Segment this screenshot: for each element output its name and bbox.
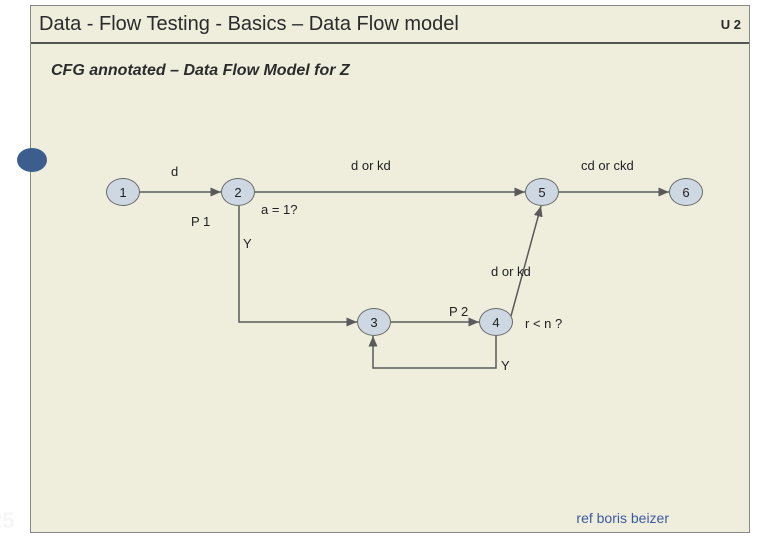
slide-frame: Data - Flow Testing - Basics – Data Flow… bbox=[30, 5, 750, 533]
footer-reference: ref boris beizer bbox=[576, 510, 669, 526]
edge-label-a-eq-1: a = 1? bbox=[261, 202, 298, 217]
edge-label-p1: P 1 bbox=[191, 214, 210, 229]
node-5: 5 bbox=[525, 178, 559, 206]
edge-label-cd-or-ckd: cd or ckd bbox=[581, 158, 634, 173]
node-4: 4 bbox=[479, 308, 513, 336]
edge-label-p2: P 2 bbox=[449, 304, 468, 319]
edge-label-y-lower: Y bbox=[501, 358, 510, 373]
edge-label-d: d bbox=[171, 164, 178, 179]
node-1: 1 bbox=[106, 178, 140, 206]
edge-label-r-lt-n: r < n ? bbox=[525, 316, 562, 331]
edges-svg bbox=[31, 6, 751, 534]
edge-label-y-upper: Y bbox=[243, 236, 252, 251]
node-3: 3 bbox=[357, 308, 391, 336]
node-6: 6 bbox=[669, 178, 703, 206]
edge-label-d-or-kd-top: d or kd bbox=[351, 158, 391, 173]
flow-diagram: 1 2 3 4 5 6 d d or kd cd or ckd a = 1? P… bbox=[31, 6, 749, 532]
node-2: 2 bbox=[221, 178, 255, 206]
edge-label-d-or-kd-mid: d or kd bbox=[491, 264, 531, 279]
page-number: 25 bbox=[0, 508, 14, 534]
